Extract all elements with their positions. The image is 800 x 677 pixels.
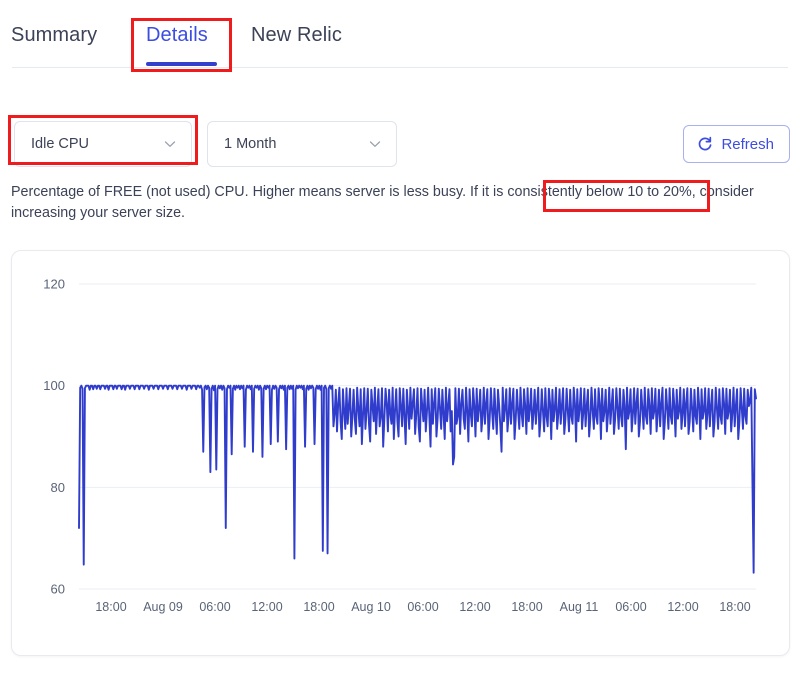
active-tab-indicator bbox=[146, 62, 217, 66]
metric-select-value: Idle CPU bbox=[31, 136, 90, 152]
idle-cpu-line-chart[interactable]: 60 80 100 120 18:00 Aug 09 06:00 12:00 18:00 Aug … bbox=[12, 251, 789, 655]
chevron-down-icon bbox=[163, 137, 177, 151]
x-axis-tick-label: 18:00 bbox=[511, 600, 542, 614]
x-axis-tick-label: 12:00 bbox=[667, 600, 698, 614]
chart-card: 60 80 100 120 18:00 Aug 09 06:00 12:00 18:00 Aug … bbox=[11, 250, 790, 656]
y-axis-tick-label: 120 bbox=[43, 277, 65, 292]
range-select[interactable]: 1 Month bbox=[207, 121, 397, 167]
metric-select[interactable]: Idle CPU bbox=[14, 121, 192, 167]
controls-row: Idle CPU 1 Month Refresh bbox=[0, 121, 800, 167]
x-axis-tick-label: Aug 10 bbox=[351, 600, 391, 614]
idle-cpu-series-line bbox=[78, 384, 757, 574]
x-axis-tick-label: Aug 11 bbox=[560, 600, 599, 614]
x-axis-tick-label: 18:00 bbox=[303, 600, 334, 614]
refresh-button[interactable]: Refresh bbox=[683, 125, 790, 163]
metrics-details-page: Summary Details New Relic Idle CPU 1 Mon… bbox=[0, 0, 800, 677]
x-axis-tick-label: 18:00 bbox=[719, 600, 750, 614]
range-select-value: 1 Month bbox=[224, 136, 277, 152]
x-axis-tick-label: 18:00 bbox=[95, 600, 126, 614]
y-axis-tick-label: 60 bbox=[51, 582, 65, 597]
x-axis-tick-label: 06:00 bbox=[407, 600, 438, 614]
tab-bar: Summary Details New Relic bbox=[0, 0, 800, 68]
tab-details[interactable]: Details bbox=[146, 24, 208, 47]
x-axis-tick-label: 06:00 bbox=[615, 600, 646, 614]
tab-new-relic[interactable]: New Relic bbox=[251, 24, 342, 47]
tab-bar-divider bbox=[12, 67, 788, 68]
metric-description: Percentage of FREE (not used) CPU. Highe… bbox=[11, 184, 754, 221]
x-axis-tick-label: Aug 09 bbox=[143, 600, 183, 614]
x-axis-tick-label: 06:00 bbox=[199, 600, 230, 614]
tab-summary[interactable]: Summary bbox=[11, 24, 97, 47]
y-axis-tick-label: 100 bbox=[43, 378, 65, 393]
chevron-down-icon bbox=[368, 137, 382, 151]
y-axis-tick-label: 80 bbox=[51, 480, 65, 495]
x-axis-tick-label: 12:00 bbox=[251, 600, 282, 614]
refresh-icon bbox=[697, 136, 713, 152]
x-axis-tick-label: 12:00 bbox=[459, 600, 490, 614]
refresh-button-label: Refresh bbox=[721, 135, 774, 153]
